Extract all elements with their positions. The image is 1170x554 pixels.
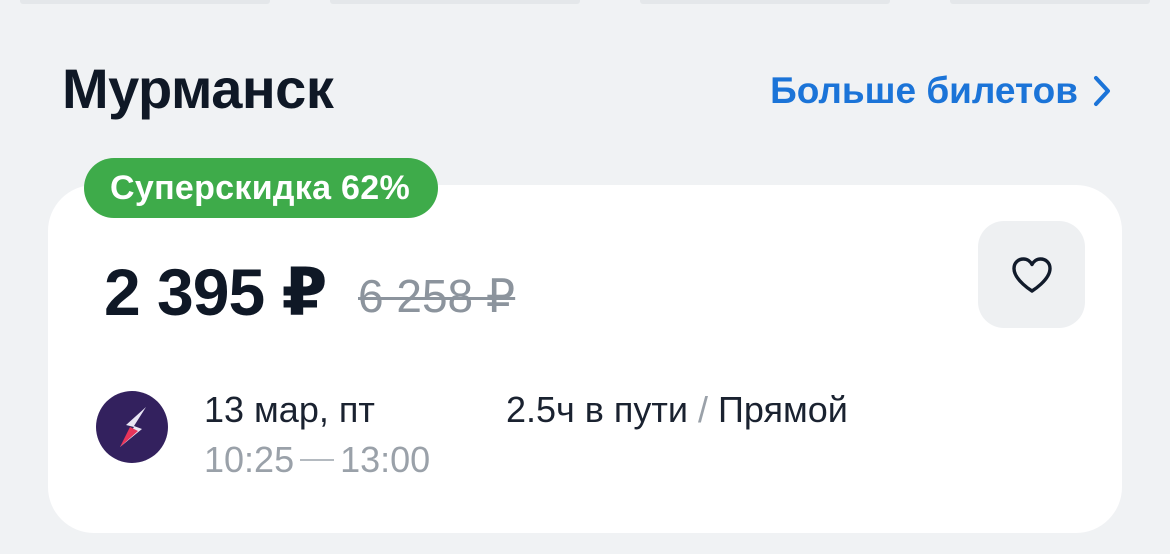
airline-logo-icon: [120, 407, 146, 447]
time-dash: [300, 459, 335, 461]
destination-header: Мурманск Больше билетов: [62, 56, 1112, 126]
tab-indicator: [20, 0, 270, 4]
tab-indicator: [330, 0, 580, 4]
destination-city-title: Мурманск: [62, 57, 334, 120]
favorite-button[interactable]: [978, 221, 1085, 328]
flight-date: 13 мар, пт: [204, 389, 375, 430]
heart-icon: [1011, 256, 1052, 293]
flight-duration-info: 2.5ч в пути / Прямой: [506, 388, 848, 432]
top-tab-strip: [0, 0, 1170, 6]
departure-time: 10:25: [204, 439, 295, 480]
flight-times: 10:25 13:00: [204, 438, 430, 482]
old-price: 6 258 ₽: [358, 270, 516, 322]
more-tickets-label: Больше билетов: [770, 70, 1078, 111]
more-tickets-link[interactable]: Больше билетов: [770, 70, 1112, 112]
tab-indicator: [950, 0, 1150, 4]
arrival-time: 13:00: [340, 439, 431, 480]
ticket-price: 2 395 ₽: [104, 255, 327, 329]
duration-separator: /: [698, 389, 709, 430]
airline-logo: [96, 391, 168, 463]
chevron-right-icon: [1094, 76, 1110, 106]
tab-indicator: [640, 0, 890, 4]
discount-badge: Суперскидка 62%: [84, 158, 439, 218]
flight-stops: Прямой: [718, 389, 848, 430]
flight-duration: 2.5ч в пути: [506, 389, 689, 430]
